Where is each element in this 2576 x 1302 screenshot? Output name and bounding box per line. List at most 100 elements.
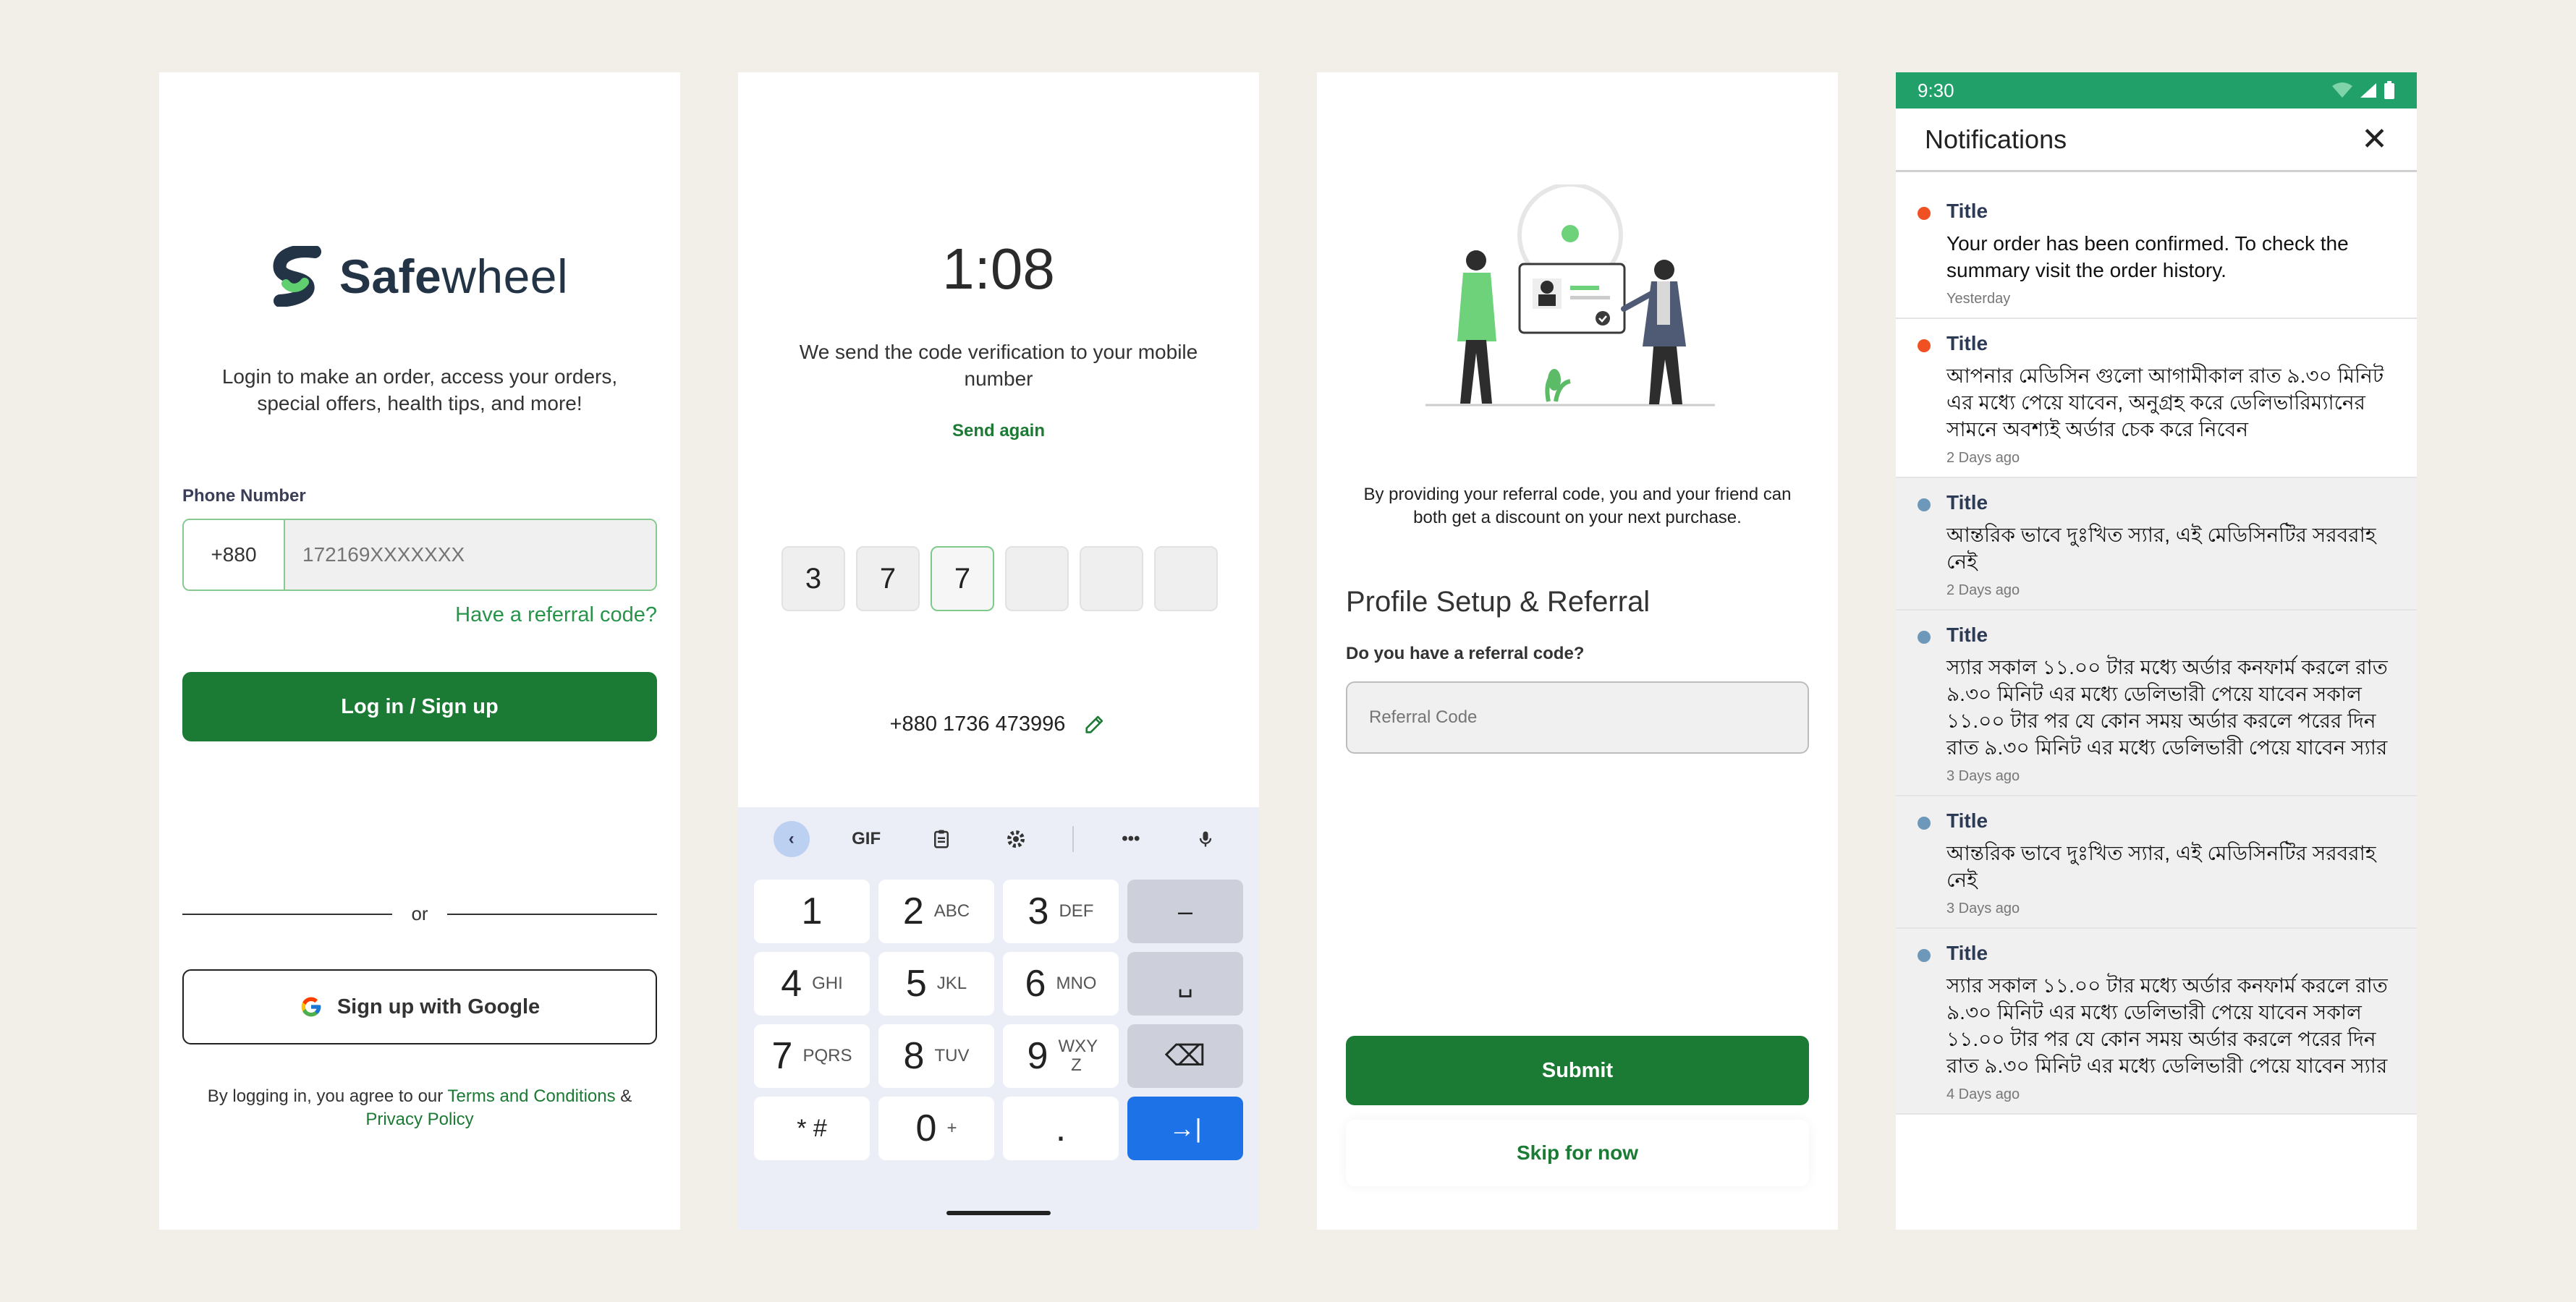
key-1[interactable]: 1: [754, 880, 870, 943]
notification-item[interactable]: Title আপনার মেডিসিন গুলো আগামীকাল রাত ৯.…: [1896, 319, 2417, 478]
status-time: 9:30: [1918, 79, 1954, 101]
otp-digit-1[interactable]: 3: [781, 546, 845, 611]
mic-icon[interactable]: [1187, 821, 1224, 857]
otp-digit-4[interactable]: [1005, 546, 1069, 611]
notification-time: 4 Days ago: [1946, 1086, 2020, 1102]
key-4[interactable]: 4 GHI: [754, 952, 870, 1016]
country-code[interactable]: +880: [184, 520, 285, 590]
key-space[interactable]: ␣: [1127, 952, 1243, 1016]
status-icons: [2331, 81, 2395, 100]
notification-item[interactable]: Title আন্তরিক ভাবে দুঃখিত স্যার, এই মেডি…: [1896, 478, 2417, 610]
referral-question: Do you have a referral code?: [1346, 644, 1585, 663]
phone-number-label: Phone Number: [182, 486, 306, 506]
terms-link[interactable]: Terms and Conditions: [447, 1086, 615, 1106]
phone-number-text: +880 1736 473996: [889, 712, 1066, 736]
brand-logo: Safewheel: [159, 246, 680, 307]
brand-name: Safewheel: [339, 250, 569, 303]
otp-digit-5[interactable]: [1080, 546, 1143, 611]
key-2[interactable]: 2 ABC: [878, 880, 994, 943]
key-9[interactable]: 9 WXY Z: [1003, 1024, 1119, 1088]
google-button-label: Sign up with Google: [336, 995, 541, 1018]
keypad: 1 2 ABC 3 DEF – 4 GHI 5 JKL 6 MNO ␣ 7 PQRS 8 TU…: [754, 880, 1243, 1160]
notification-title: Title: [1946, 809, 1988, 832]
notification-body: আন্তরিক ভাবে দুঃখিত স্যার, এই মেডিসিনটির…: [1946, 842, 2376, 891]
or-divider: or: [182, 903, 657, 925]
google-signup-button[interactable]: Sign up with Google: [182, 969, 657, 1044]
otp-inputs: 3 7 7: [781, 546, 1218, 611]
key-dot[interactable]: .: [1003, 1097, 1119, 1160]
gear-icon[interactable]: [998, 821, 1034, 857]
notifications-title: Notifications: [1925, 124, 2067, 154]
privacy-link[interactable]: Privacy Policy: [365, 1110, 473, 1129]
login-signup-button[interactable]: Log in / Sign up: [182, 672, 657, 741]
edit-pencil-icon[interactable]: [1082, 712, 1107, 736]
key-next[interactable]: →|: [1127, 1097, 1243, 1160]
close-icon[interactable]: ✕: [2361, 123, 2388, 156]
notification-time: 3 Days ago: [1946, 901, 2020, 916]
notification-time: 2 Days ago: [1946, 450, 2020, 466]
notification-item[interactable]: Title Your order has been confirmed. To …: [1896, 187, 2417, 319]
divider-line-right: [446, 913, 657, 915]
notification-title: Title: [1946, 200, 1988, 222]
referral-description: By providing your referral code, you and…: [1363, 485, 1792, 527]
key-5[interactable]: 5 JKL: [878, 952, 994, 1016]
key-backspace[interactable]: ⌫: [1127, 1024, 1243, 1088]
read-dot-icon: [1918, 817, 1931, 830]
wifi-icon: [2332, 82, 2352, 98]
status-bar: 9:30: [1896, 72, 2417, 109]
referral-code-link[interactable]: Have a referral code?: [455, 603, 657, 627]
profile-setup-title: Profile Setup & Referral: [1346, 586, 1651, 618]
login-intro-text: Login to make an order, access your orde…: [221, 365, 618, 414]
notifications-header: Notifications ✕: [1896, 109, 2417, 172]
unread-dot-icon: [1918, 339, 1931, 352]
key-0[interactable]: 0 +: [878, 1097, 994, 1160]
gif-button[interactable]: GIF: [848, 821, 884, 857]
submit-button[interactable]: Submit: [1346, 1036, 1809, 1105]
read-dot-icon: [1918, 631, 1931, 644]
notification-time: 3 Days ago: [1946, 768, 2020, 784]
read-dot-icon: [1918, 949, 1931, 962]
key-7[interactable]: 7 PQRS: [754, 1024, 870, 1088]
skip-button[interactable]: Skip for now: [1346, 1120, 1809, 1186]
otp-digit-3[interactable]: 7: [931, 546, 994, 611]
notification-body: আন্তরিক ভাবে দুঃখিত স্যার, এই মেডিসিনটির…: [1946, 524, 2376, 573]
notification-title: Title: [1946, 942, 1988, 964]
otp-digit-6[interactable]: [1154, 546, 1218, 611]
phone-input[interactable]: [285, 520, 656, 590]
clipboard-icon[interactable]: [923, 821, 959, 857]
toolbar-separator: [1072, 826, 1075, 852]
referral-code-input[interactable]: [1346, 681, 1809, 754]
notification-item[interactable]: Title স্যার সকাল ১১.০০ টার মধ্যে অর্ডার …: [1896, 929, 2417, 1115]
battery-icon: [2384, 81, 2394, 99]
read-dot-icon: [1918, 498, 1931, 511]
notification-title: Title: [1946, 491, 1988, 514]
key-minus[interactable]: –: [1127, 880, 1243, 943]
key-3[interactable]: 3 DEF: [1003, 880, 1119, 943]
notification-body: স্যার সকাল ১১.০০ টার মধ্যে অর্ডার কনফার্…: [1946, 974, 2388, 1077]
key-star-hash[interactable]: * #: [754, 1097, 870, 1160]
keyboard-back-icon[interactable]: ‹: [773, 821, 810, 857]
notification-list: Title Your order has been confirmed. To …: [1896, 187, 2417, 1115]
google-icon: [301, 997, 321, 1017]
referral-illustration: [1425, 184, 1715, 407]
notification-title: Title: [1946, 332, 1988, 354]
notification-time: Yesterday: [1946, 291, 2011, 307]
notification-title: Title: [1946, 624, 1988, 646]
unread-dot-icon: [1918, 207, 1931, 220]
otp-digit-2[interactable]: 7: [856, 546, 920, 611]
key-6[interactable]: 6 MNO: [1003, 952, 1119, 1016]
otp-subtitle: We send the code verification to your mo…: [799, 341, 1198, 390]
terms-text: By logging in, you agree to our Terms an…: [207, 1086, 632, 1129]
notification-body: স্যার সকাল ১১.০০ টার মধ্যে অর্ডার কনফার্…: [1946, 656, 2388, 759]
notification-item[interactable]: Title স্যার সকাল ১১.০০ টার মধ্যে অর্ডার …: [1896, 610, 2417, 796]
home-indicator[interactable]: [946, 1211, 1051, 1215]
notifications-screen: 9:30 Notifications ✕ Title Your order ha…: [1896, 72, 2417, 1230]
send-again-link[interactable]: Send again: [738, 421, 1259, 441]
more-icon[interactable]: •••: [1113, 821, 1149, 857]
notification-item[interactable]: Title আন্তরিক ভাবে দুঃখিত স্যার, এই মেডি…: [1896, 796, 2417, 929]
keyboard-toolbar: ‹ GIF •••: [738, 807, 1259, 871]
referral-screen: By providing your referral code, you and…: [1317, 72, 1838, 1230]
divider-line-left: [182, 913, 393, 915]
or-text: or: [411, 903, 428, 924]
key-8[interactable]: 8 TUV: [878, 1024, 994, 1088]
